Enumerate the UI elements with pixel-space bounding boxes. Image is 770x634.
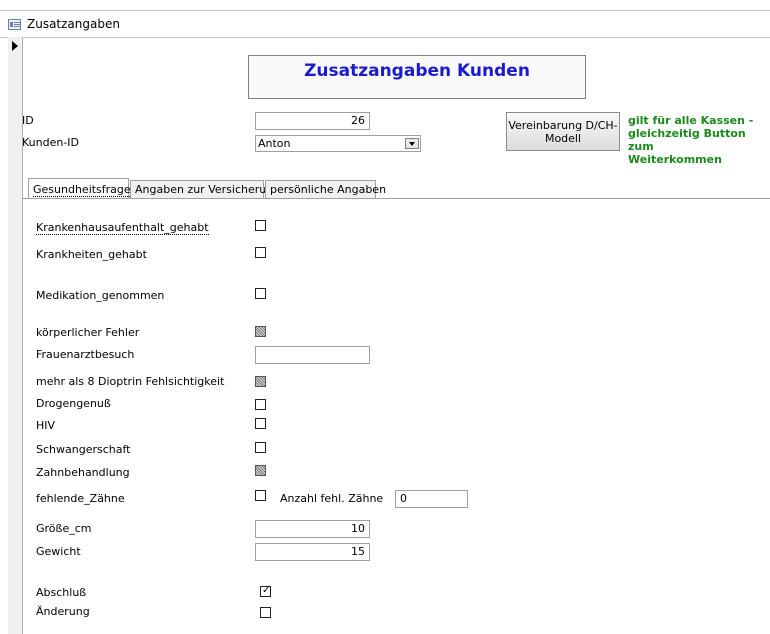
anzahl-label: Anzahl fehl. Zähne bbox=[280, 492, 384, 505]
green-note: gilt für alle Kassen - gleichzeitig Butt… bbox=[628, 114, 768, 166]
aenderung-checkbox[interactable] bbox=[260, 607, 271, 618]
id-label: ID bbox=[22, 114, 34, 127]
medikation-label: Medikation_genommen bbox=[36, 289, 165, 302]
koerper-label: körperlicher Fehler bbox=[36, 326, 140, 339]
vereinbarung-button-line2: Modell bbox=[544, 132, 582, 145]
kunden-id-combobox[interactable]: Anton bbox=[255, 135, 421, 152]
record-selector[interactable] bbox=[8, 37, 23, 634]
kunden-id-value: Anton bbox=[258, 137, 291, 150]
anzahl-field[interactable]: 0 bbox=[395, 490, 468, 508]
note-line2: gleichzeitig Button zum bbox=[628, 127, 746, 153]
krankheiten-checkbox[interactable] bbox=[255, 247, 266, 258]
fehlende-checkbox[interactable] bbox=[255, 490, 266, 501]
gewicht-field[interactable]: 15 bbox=[255, 543, 370, 561]
krankenhaus-label: Krankenhausaufenthalt_gehabt bbox=[36, 221, 209, 235]
dropdown-arrow-icon[interactable] bbox=[405, 138, 419, 149]
form-icon bbox=[8, 19, 21, 30]
tab-label: Gesundheitsfragen bbox=[33, 183, 138, 197]
aenderung-label: Änderung bbox=[36, 605, 90, 618]
abschluss-label: Abschluß bbox=[36, 586, 87, 599]
note-line1: gilt für alle Kassen - bbox=[628, 114, 754, 127]
fehlende-label: fehlende_Zähne bbox=[36, 492, 125, 505]
abschluss-checkbox[interactable]: ✓ bbox=[260, 585, 271, 597]
vereinbarung-button-line1: Vereinbarung D/CH- bbox=[508, 119, 618, 132]
window-title: Zusatzangaben bbox=[27, 17, 120, 31]
schwanger-checkbox[interactable] bbox=[255, 442, 266, 453]
tab-persoenliche-angaben[interactable]: persönliche Angaben bbox=[265, 180, 386, 198]
gewicht-label: Gewicht bbox=[36, 545, 81, 558]
krankenhaus-checkbox[interactable] bbox=[255, 220, 266, 231]
page-title: Zusatzangaben Kunden bbox=[304, 61, 530, 81]
frauenarzt-label: Frauenarztbesuch bbox=[36, 348, 135, 361]
drogen-label: Drogengenuß bbox=[36, 397, 111, 410]
note-line3: Weiterkommen bbox=[628, 153, 722, 166]
groesse-field[interactable]: 10 bbox=[255, 520, 370, 538]
zahn-checkbox[interactable] bbox=[255, 465, 266, 476]
id-field[interactable]: 26 bbox=[255, 112, 370, 130]
checkmark-icon: ✓ bbox=[262, 585, 271, 596]
medikation-checkbox[interactable] bbox=[255, 288, 266, 299]
groesse-label: Größe_cm bbox=[36, 522, 92, 535]
kunden-id-label: Kunden-ID bbox=[22, 136, 80, 149]
window-titlebar: Zusatzangaben bbox=[0, 10, 770, 38]
tab-angaben-versicherung[interactable]: Angaben zur Versicherung bbox=[130, 180, 280, 198]
drogen-checkbox[interactable] bbox=[255, 399, 266, 410]
hiv-label: HIV bbox=[36, 419, 56, 432]
current-record-arrow-icon bbox=[12, 41, 18, 51]
frauenarzt-field[interactable] bbox=[255, 346, 370, 364]
zahn-label: Zahnbehandlung bbox=[36, 466, 130, 479]
dioptrin-checkbox[interactable] bbox=[255, 376, 266, 387]
hiv-checkbox[interactable] bbox=[255, 418, 266, 429]
koerper-checkbox[interactable] bbox=[255, 326, 266, 337]
vereinbarung-button[interactable]: Vereinbarung D/CH- Modell bbox=[506, 112, 620, 151]
tab-divider bbox=[22, 198, 770, 199]
schwanger-label: Schwangerschaft bbox=[36, 443, 131, 456]
dioptrin-label: mehr als 8 Dioptrin Fehlsichtigkeit bbox=[36, 375, 225, 388]
tab-gesundheitsfragen[interactable]: Gesundheitsfragen bbox=[28, 178, 138, 198]
krankheiten-label: Krankheiten_gehabt bbox=[36, 248, 147, 261]
